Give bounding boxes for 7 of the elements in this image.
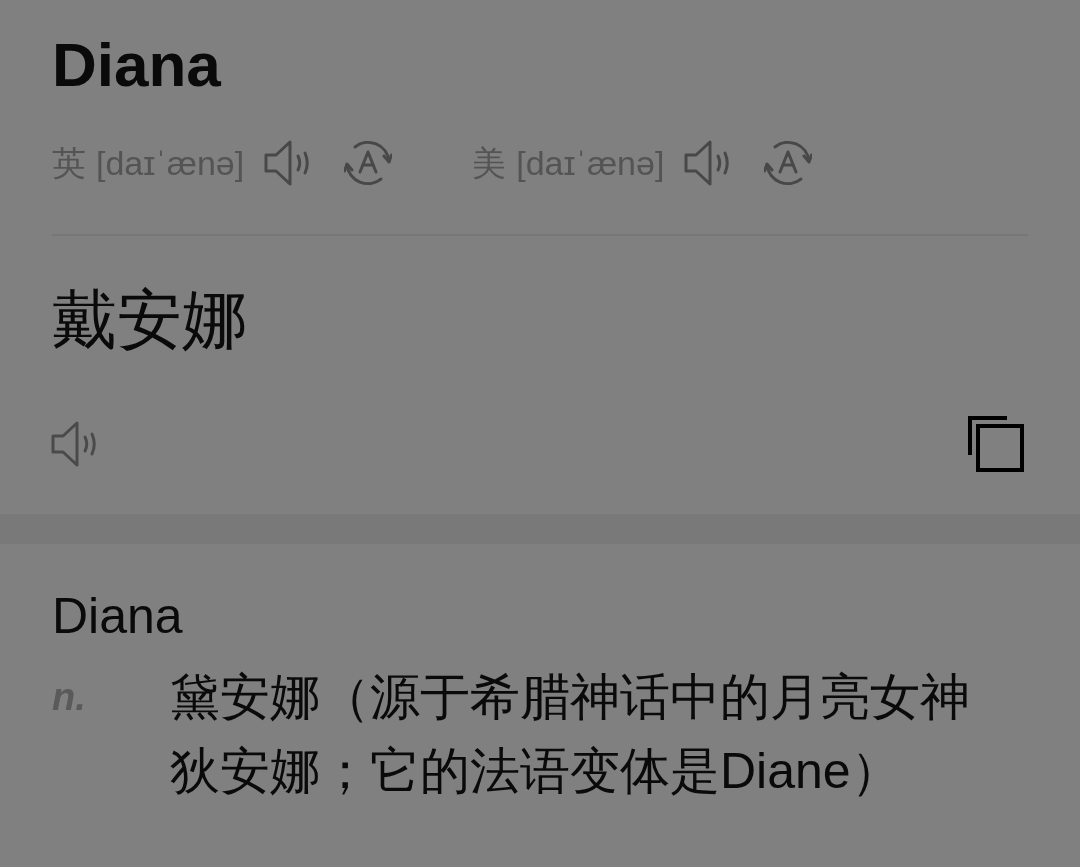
circled-a-icon[interactable] bbox=[344, 139, 393, 187]
copy-icon[interactable] bbox=[968, 416, 1024, 472]
headword: Diana bbox=[52, 29, 221, 101]
definition-text: 黛安娜（源于希腊神话中的月亮女神狄安娜；它的法语变体是Diane） bbox=[170, 668, 971, 801]
circled-a-icon[interactable] bbox=[764, 139, 813, 187]
translation-text: 戴安娜 bbox=[52, 282, 247, 358]
dictionary-entry: Diana bbox=[52, 587, 183, 646]
